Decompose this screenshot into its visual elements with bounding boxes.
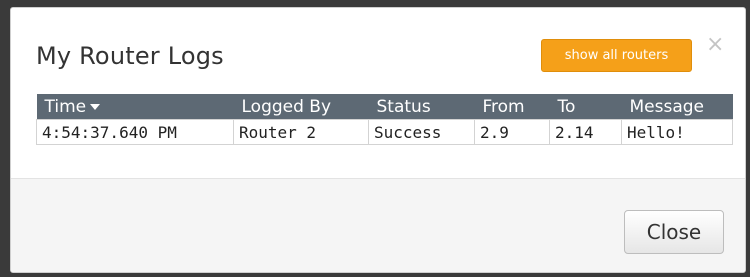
table-row[interactable]: 4:54:37.640 PM Router 2 Success 2.9 2.14… <box>36 119 733 145</box>
table-header-row: Time Logged By Status From To Message <box>36 94 733 120</box>
close-button[interactable]: Close <box>624 210 724 254</box>
column-header-label: Time <box>44 96 87 117</box>
cell-message: Hello! <box>621 119 733 145</box>
column-header-time[interactable]: Time <box>36 94 234 120</box>
dialog-title: My Router Logs <box>36 42 224 70</box>
cell-to: 2.14 <box>549 119 622 145</box>
sort-down-icon <box>90 103 101 110</box>
column-header-message[interactable]: Message <box>621 94 733 120</box>
column-header-status[interactable]: Status <box>368 94 475 120</box>
cell-from: 2.9 <box>474 119 550 145</box>
column-header-logged-by[interactable]: Logged By <box>233 94 369 120</box>
router-logs-dialog: My Router Logs show all routers × Time L… <box>10 7 746 273</box>
cell-status: Success <box>368 119 475 145</box>
cell-logged-by: Router 2 <box>233 119 369 145</box>
cell-time: 4:54:37.640 PM <box>36 119 234 145</box>
close-icon[interactable]: × <box>706 34 724 56</box>
show-all-routers-button[interactable]: show all routers <box>541 39 692 72</box>
router-log-table: Time Logged By Status From To Message 4:… <box>36 94 733 145</box>
column-header-to[interactable]: To <box>549 94 622 120</box>
dialog-footer: Close <box>11 178 745 272</box>
column-header-from[interactable]: From <box>474 94 550 120</box>
